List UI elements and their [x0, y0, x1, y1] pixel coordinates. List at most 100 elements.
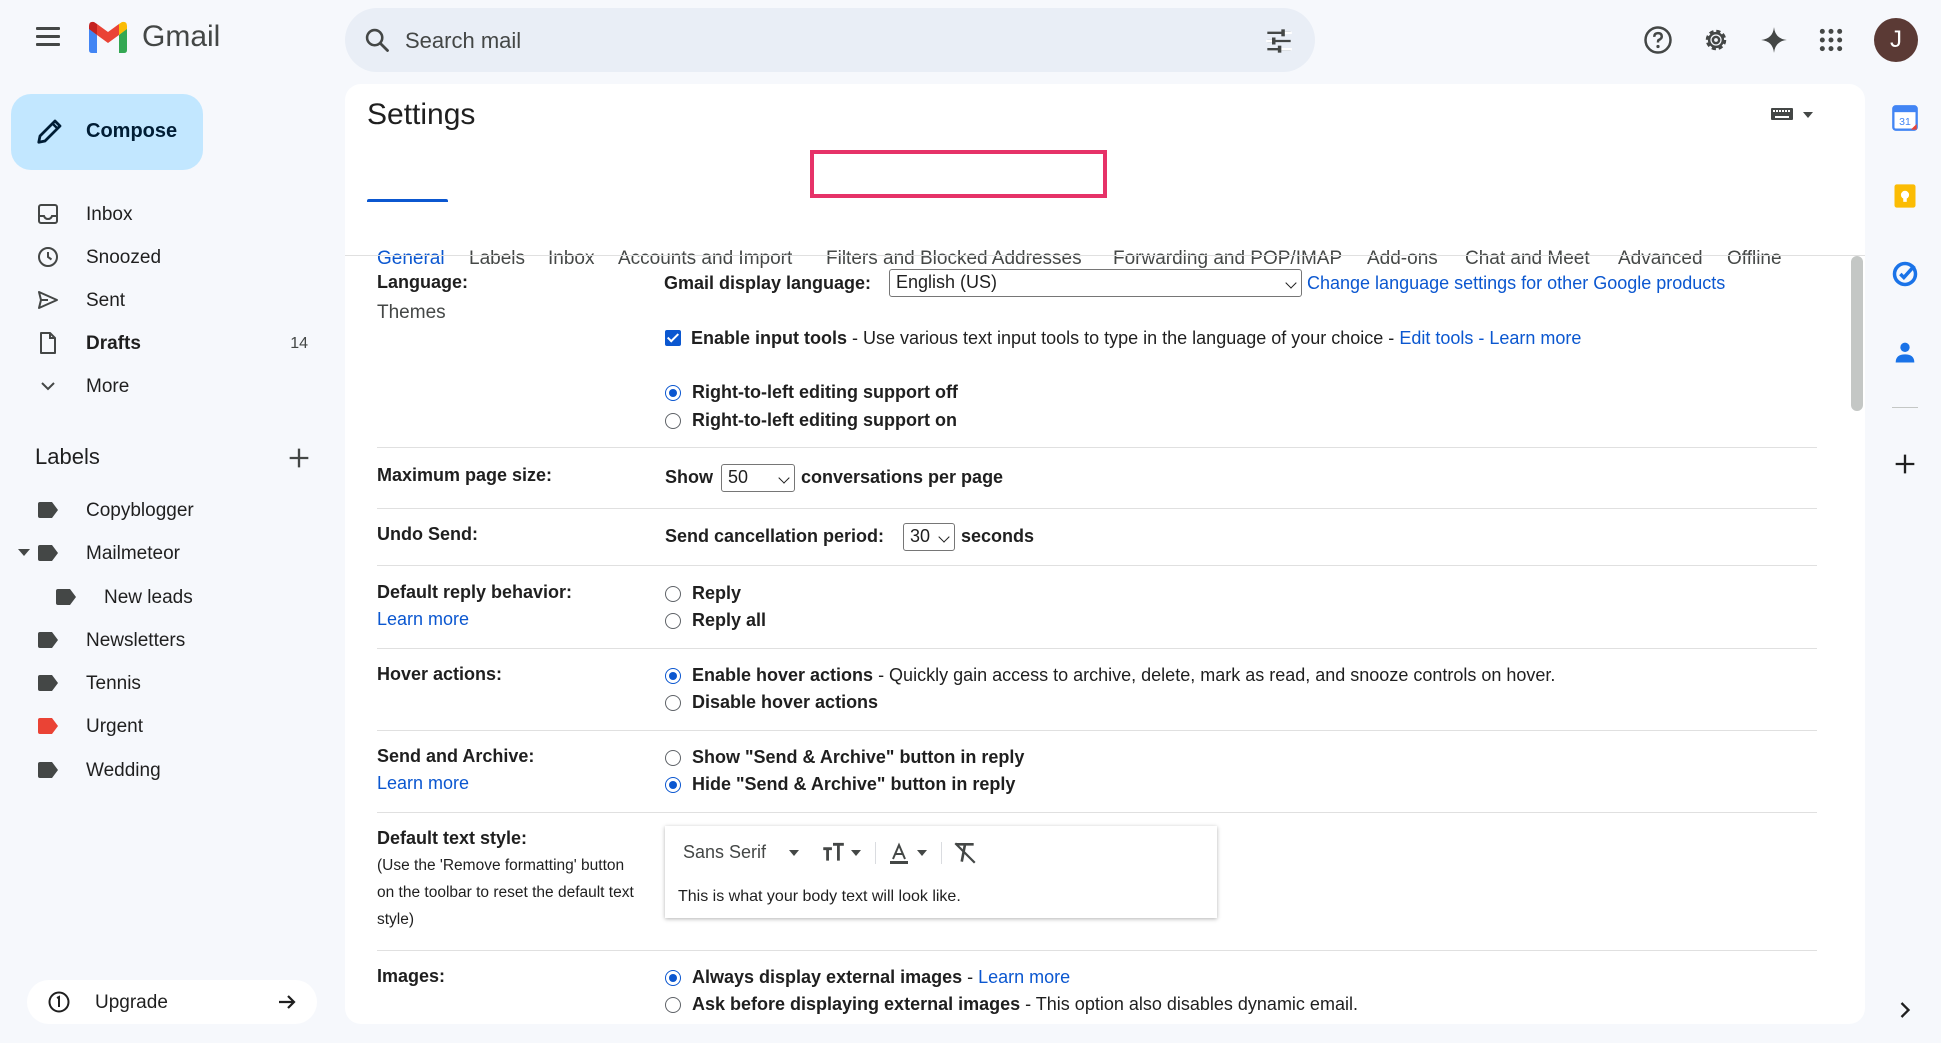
search-options-icon[interactable]	[1265, 28, 1293, 54]
highlight-annotation	[810, 150, 1107, 198]
font-family-dropdown[interactable]: Sans Serif	[683, 842, 800, 863]
google-apps-icon[interactable]	[1811, 20, 1851, 60]
add-label-icon[interactable]	[285, 444, 313, 472]
remove-formatting-button[interactable]	[952, 840, 978, 866]
label-tag-icon	[38, 631, 58, 648]
tab-offline[interactable]: Offline	[1727, 248, 1782, 270]
always-display-images-radio[interactable]	[665, 970, 681, 986]
enable-hover-radio[interactable]	[665, 668, 681, 684]
rtl-on-radio[interactable]	[665, 413, 681, 429]
sidebar-nav: Inbox Snoozed Sent Drafts 14 More	[0, 192, 330, 407]
page-size-select[interactable]: 50	[721, 464, 795, 492]
learn-more-link[interactable]: Learn more	[1489, 328, 1581, 348]
row-divider	[377, 648, 1817, 649]
chevron-down-icon	[851, 850, 861, 856]
keep-icon[interactable]	[1891, 182, 1919, 210]
inbox-icon	[38, 204, 58, 224]
tab-accounts-and-import[interactable]: Accounts and Import	[618, 248, 792, 270]
label-item-wedding[interactable]: Wedding	[0, 748, 330, 791]
display-language-label: Gmail display language:	[664, 273, 872, 293]
chevron-down-icon	[917, 850, 927, 856]
reply-radio[interactable]	[665, 586, 681, 602]
rtl-off-radio[interactable]	[665, 385, 681, 401]
sidebar-item-more[interactable]: More	[0, 364, 330, 407]
font-family-value: Sans Serif	[683, 842, 767, 862]
search-bar[interactable]: Search mail	[345, 8, 1315, 72]
change-language-link[interactable]: Change language settings for other Googl…	[1307, 273, 1725, 294]
tab-inbox[interactable]: Inbox	[548, 248, 594, 270]
sidebar-item-drafts[interactable]: Drafts 14	[0, 321, 330, 364]
label-item-copyblogger[interactable]: Copyblogger	[0, 488, 330, 531]
font-size-button[interactable]	[820, 840, 861, 866]
upgrade-button[interactable]: Upgrade	[27, 980, 317, 1024]
edit-tools-link[interactable]: Edit tools	[1399, 328, 1473, 348]
dash-separator: -	[1473, 328, 1490, 348]
labels-heading: Labels	[35, 444, 100, 469]
calendar-icon[interactable]: 31	[1891, 104, 1919, 132]
labels-list: Copyblogger Mailmeteor New leads Newslet…	[0, 488, 330, 791]
tab-filters-and-blocked-addresses[interactable]: Filters and Blocked Addresses	[826, 248, 1082, 270]
expand-caret-icon[interactable]	[18, 549, 30, 557]
chevron-down-icon	[938, 531, 950, 543]
sidebar-item-snoozed[interactable]: Snoozed	[0, 235, 330, 278]
contacts-icon[interactable]	[1891, 338, 1919, 366]
top-bar: Gmail Search mail J	[0, 0, 1941, 80]
text-style-label: Default text style:	[377, 828, 528, 848]
help-icon[interactable]	[1638, 20, 1678, 60]
main-menu-button[interactable]	[28, 22, 68, 58]
sidebar-item-label: Inbox	[86, 204, 133, 225]
reply-learn-more-link[interactable]: Learn more	[377, 609, 469, 630]
side-panel-divider	[1892, 407, 1918, 408]
chevron-down-icon	[789, 850, 800, 857]
tab-labels[interactable]: Labels	[469, 248, 525, 270]
label-name: Mailmeteor	[86, 543, 180, 565]
tab-chat-and-meet[interactable]: Chat and Meet	[1465, 248, 1590, 270]
tab-general[interactable]: General	[377, 248, 445, 270]
label-tag-icon-red	[38, 718, 58, 735]
images-learn-more-link[interactable]: Learn more	[978, 967, 1070, 987]
label-item-urgent[interactable]: Urgent	[0, 704, 330, 747]
tasks-icon[interactable]	[1891, 260, 1919, 288]
display-language-select[interactable]: English (US)	[889, 269, 1302, 297]
sidebar-item-sent[interactable]: Sent	[0, 278, 330, 321]
disable-hover-radio[interactable]	[665, 695, 681, 711]
gemini-sparkle-icon[interactable]	[1754, 20, 1794, 60]
send-archive-learn-more-link[interactable]: Learn more	[377, 773, 469, 794]
tab-forwarding-and-pop-imap[interactable]: Forwarding and POP/IMAP	[1113, 248, 1342, 270]
reply-all-radio[interactable]	[665, 613, 681, 629]
sidebar-item-label: Snoozed	[86, 247, 162, 268]
scrollbar-thumb[interactable]	[1851, 256, 1863, 411]
label-item-newsletters[interactable]: Newsletters	[0, 618, 330, 661]
tab-add-ons[interactable]: Add-ons	[1367, 248, 1438, 270]
default-reply-label: Default reply behavior:	[377, 582, 573, 602]
label-item-mailmeteor[interactable]: Mailmeteor	[0, 531, 330, 574]
upgrade-label: Upgrade	[95, 992, 168, 1013]
label-item-new-leads[interactable]: New leads	[0, 575, 330, 618]
rtl-off-label: Right-to-left editing support off	[692, 382, 958, 402]
search-icon[interactable]	[363, 26, 391, 54]
input-tools-checkbox[interactable]	[665, 330, 681, 346]
tab-advanced[interactable]: Advanced	[1618, 248, 1703, 270]
ask-before-images-radio[interactable]	[665, 997, 681, 1013]
label-tag-icon	[56, 588, 76, 605]
search-input[interactable]: Search mail	[405, 28, 521, 54]
text-color-button[interactable]	[887, 840, 927, 866]
expand-panel-chevron-icon[interactable]	[1891, 996, 1919, 1024]
label-item-tennis[interactable]: Tennis	[0, 661, 330, 704]
add-addon-icon[interactable]	[1891, 450, 1919, 478]
tab-themes[interactable]: Themes	[377, 302, 446, 324]
show-send-archive-radio[interactable]	[665, 750, 681, 766]
input-tools-toggle[interactable]	[1770, 102, 1820, 126]
gmail-logo[interactable]: Gmail	[86, 20, 220, 54]
hide-send-archive-radio[interactable]	[665, 777, 681, 793]
page-size-value: 50	[728, 467, 749, 487]
account-avatar[interactable]: J	[1874, 18, 1918, 62]
sidebar-item-inbox[interactable]: Inbox	[0, 192, 330, 235]
settings-gear-icon[interactable]	[1696, 20, 1736, 60]
text-style-note-line3: style)	[377, 911, 415, 928]
compose-button[interactable]: Compose	[11, 94, 203, 170]
cancellation-period-select[interactable]: 30	[903, 523, 955, 551]
max-page-size-label: Maximum page size:	[377, 465, 553, 485]
hover-actions-label: Hover actions:	[377, 664, 503, 684]
sidebar-item-label: More	[86, 376, 130, 397]
